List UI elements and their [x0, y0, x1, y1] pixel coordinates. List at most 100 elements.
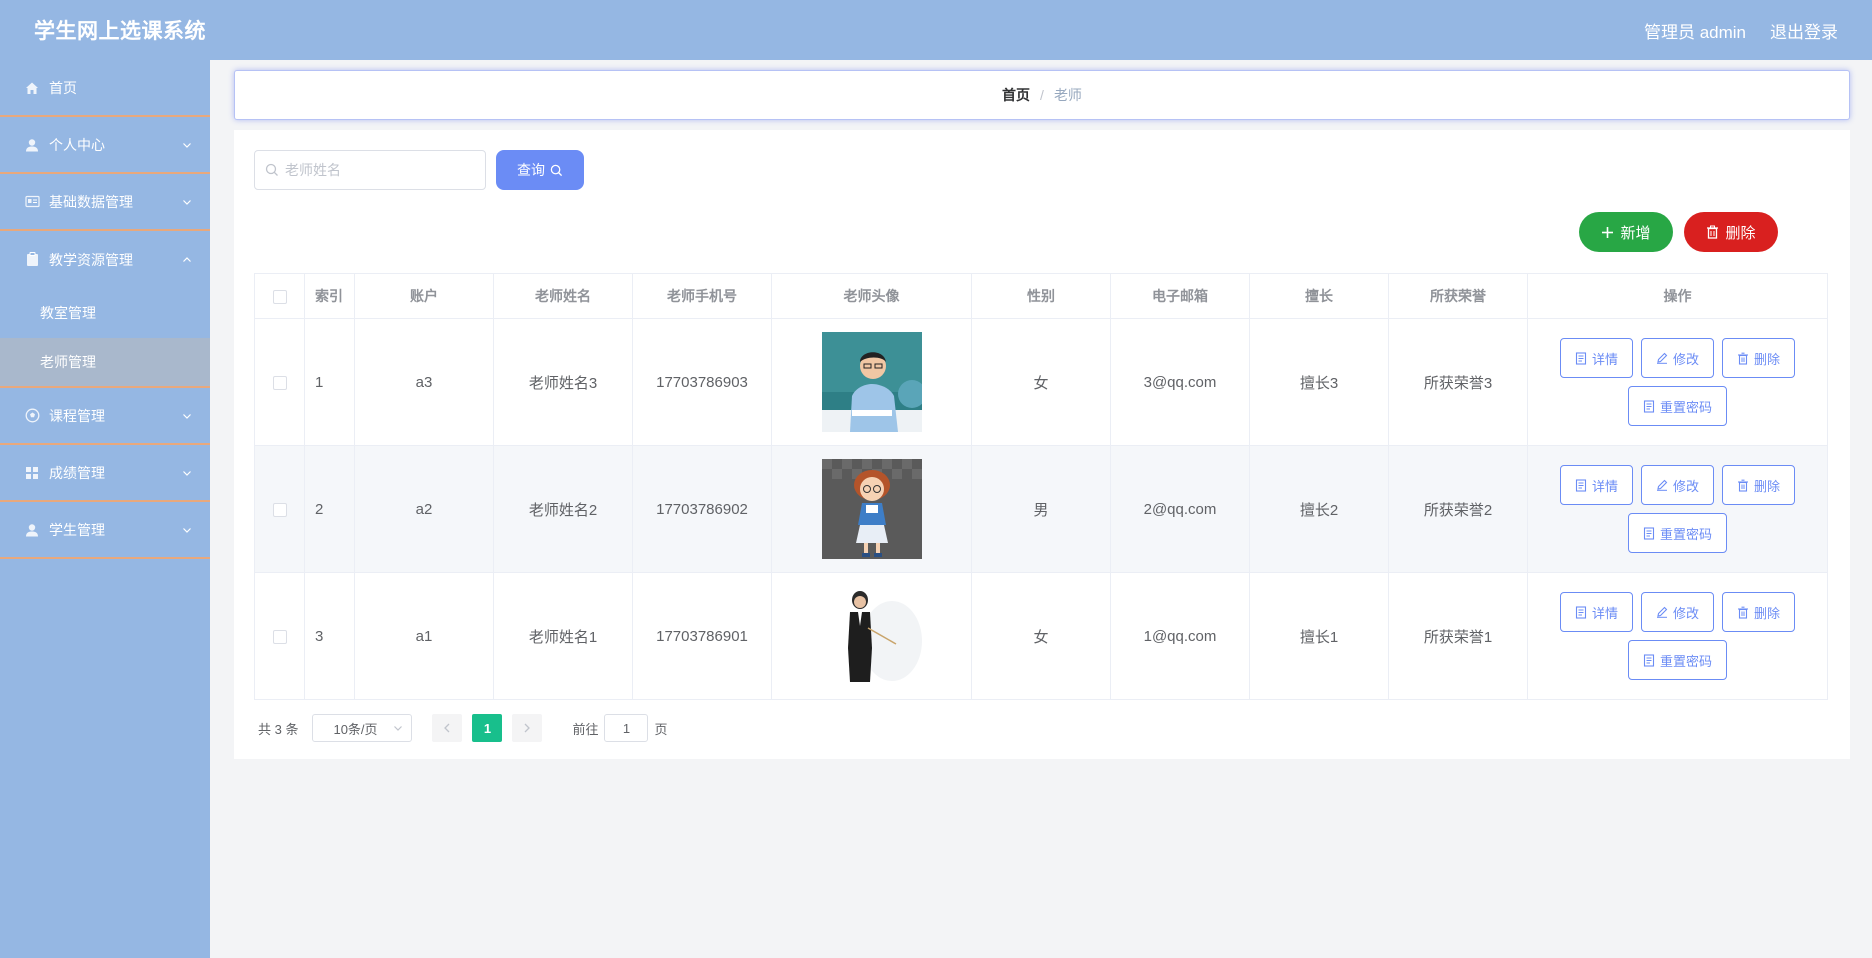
- edit-button[interactable]: 修改: [1640, 338, 1714, 378]
- teacher-table: 索引 账户 老师姓名 老师手机号 老师头像 性别 电子邮箱 擅长 所获荣誉 操作…: [254, 273, 1828, 700]
- pagination: 共 3 条 10条/页 1 前往 1 页: [258, 713, 668, 743]
- cell-gender: 女: [971, 572, 1111, 700]
- grid-icon: [24, 465, 40, 481]
- chevron-up-icon: [183, 256, 191, 262]
- breadcrumb-separator: /: [1040, 87, 1044, 103]
- document-icon: [1643, 399, 1655, 413]
- cell-email: 3@qq.com: [1110, 318, 1250, 446]
- reset-password-label: 重置密码: [1659, 399, 1712, 415]
- cell-skill: 擅长2: [1249, 445, 1389, 573]
- next-page-button[interactable]: [512, 714, 543, 742]
- query-button[interactable]: 查询: [496, 150, 584, 190]
- col-header-actions: 操作: [1527, 273, 1828, 319]
- sidebar-item-personal-center[interactable]: 个人中心: [0, 117, 210, 174]
- chevron-down-icon: [183, 470, 191, 476]
- cell-phone: 17703786902: [632, 445, 772, 573]
- sidebar-item-label: 个人中心: [49, 136, 105, 153]
- cell-skill: 擅长3: [1249, 318, 1389, 446]
- sidebar-item-teacher[interactable]: 老师管理: [0, 338, 210, 388]
- document-icon: [1575, 478, 1587, 492]
- delete-button[interactable]: 删除: [1722, 592, 1796, 632]
- id-card-icon: [24, 194, 40, 210]
- goto-prefix: 前往: [572, 721, 599, 737]
- edit-button[interactable]: 修改: [1640, 465, 1714, 505]
- chevron-down-icon: [183, 199, 191, 205]
- document-icon: [1575, 351, 1587, 365]
- cell-honor: 所获荣誉3: [1388, 318, 1528, 446]
- document-icon: [1575, 605, 1587, 619]
- detail-button[interactable]: 详情: [1559, 465, 1633, 505]
- delete-button[interactable]: 删除: [1722, 338, 1796, 378]
- col-header-avatar: 老师头像: [771, 273, 972, 319]
- sidebar-item-home[interactable]: 首页: [0, 60, 210, 117]
- breadcrumb-current: 老师: [1053, 87, 1082, 103]
- search-icon: [265, 163, 278, 176]
- pencil-icon: [1656, 352, 1668, 364]
- sidebar-item-teaching-resources[interactable]: 教学资源管理: [0, 231, 210, 288]
- trash-icon: [1738, 606, 1748, 619]
- row-select-cell: [254, 572, 305, 700]
- document-icon: [1643, 526, 1655, 540]
- cell-actions: 详情 修改 删除 重置密码: [1527, 445, 1828, 573]
- breadcrumb: 首页 / 老师: [234, 70, 1850, 120]
- sidebar-item-label: 基础数据管理: [49, 193, 133, 210]
- batch-delete-button[interactable]: 删除: [1684, 212, 1778, 252]
- add-button-label: 新增: [1620, 224, 1651, 242]
- cell-skill: 擅长1: [1249, 572, 1389, 700]
- page-number-1[interactable]: 1: [472, 714, 503, 742]
- pencil-icon: [1656, 479, 1668, 491]
- detail-button[interactable]: 详情: [1559, 338, 1633, 378]
- reset-password-button[interactable]: 重置密码: [1627, 640, 1727, 680]
- cell-avatar: [771, 572, 972, 700]
- delete-button[interactable]: 删除: [1722, 465, 1796, 505]
- top-header: 学生网上选课系统 管理员 admin 退出登录: [0, 0, 1872, 60]
- teacher-avatar-man-at-desk: [821, 332, 922, 432]
- page-size-select[interactable]: 10条/页: [312, 714, 413, 742]
- goto-page-input[interactable]: 1: [604, 714, 649, 742]
- sidebar-item-classroom[interactable]: 教室管理: [0, 288, 210, 338]
- sidebar-item-label: 教室管理: [40, 305, 96, 321]
- sidebar-item-basic-data[interactable]: 基础数据管理: [0, 174, 210, 231]
- breadcrumb-home[interactable]: 首页: [1002, 85, 1030, 105]
- reset-password-button[interactable]: 重置密码: [1627, 386, 1727, 426]
- reset-password-button[interactable]: 重置密码: [1627, 513, 1727, 553]
- row-checkbox[interactable]: [272, 375, 287, 390]
- row-checkbox[interactable]: [272, 629, 287, 644]
- cell-avatar: [771, 445, 972, 573]
- home-icon: [24, 80, 40, 96]
- pencil-icon: [1656, 606, 1668, 618]
- select-all-checkbox[interactable]: [272, 290, 287, 305]
- edit-button[interactable]: 修改: [1640, 592, 1714, 632]
- col-header-skill: 擅长: [1249, 273, 1389, 319]
- clipboard-icon: [24, 252, 40, 268]
- user-icon: [24, 137, 40, 153]
- sidebar-item-course[interactable]: 课程管理: [0, 388, 210, 445]
- add-button[interactable]: 新增: [1579, 212, 1673, 252]
- cell-name: 老师姓名3: [493, 318, 633, 446]
- sidebar-item-label: 课程管理: [49, 407, 105, 424]
- goto-suffix: 页: [654, 721, 668, 737]
- sidebar-item-students[interactable]: 学生管理: [0, 502, 210, 559]
- cell-actions: 详情 修改 删除 重置密码: [1527, 572, 1828, 700]
- sidebar-item-grades[interactable]: 成绩管理: [0, 445, 210, 502]
- table-header-row: 索引 账户 老师姓名 老师手机号 老师头像 性别 电子邮箱 擅长 所获荣誉 操作: [254, 273, 1828, 319]
- trash-icon: [1738, 352, 1748, 365]
- row-checkbox[interactable]: [272, 502, 287, 517]
- search-icon: [550, 164, 563, 176]
- plus-icon: [1602, 226, 1614, 238]
- delete-label: 删除: [1754, 351, 1781, 367]
- logout-link[interactable]: 退出登录: [1770, 18, 1838, 43]
- detail-button[interactable]: 详情: [1559, 592, 1633, 632]
- cell-email: 1@qq.com: [1110, 572, 1250, 700]
- edit-label: 修改: [1672, 351, 1699, 367]
- delete-label: 删除: [1754, 478, 1781, 494]
- teacher-name-search-input[interactable]: 老师姓名: [254, 150, 486, 190]
- table-row: 2 a2 老师姓名2 17703786902 男 2@qq.com 擅长2 所获…: [254, 445, 1828, 573]
- chevron-right-icon: [525, 723, 531, 733]
- prev-page-button[interactable]: [432, 714, 463, 742]
- table-row: 1 a3 老师姓名3 17703786903 女 3@qq.com 擅长3 所获…: [254, 318, 1828, 446]
- col-header-name: 老师姓名: [493, 273, 633, 319]
- sidebar-item-label: 首页: [49, 79, 77, 96]
- edit-label: 修改: [1672, 605, 1699, 621]
- admin-user-label[interactable]: 管理员 admin: [1644, 18, 1746, 43]
